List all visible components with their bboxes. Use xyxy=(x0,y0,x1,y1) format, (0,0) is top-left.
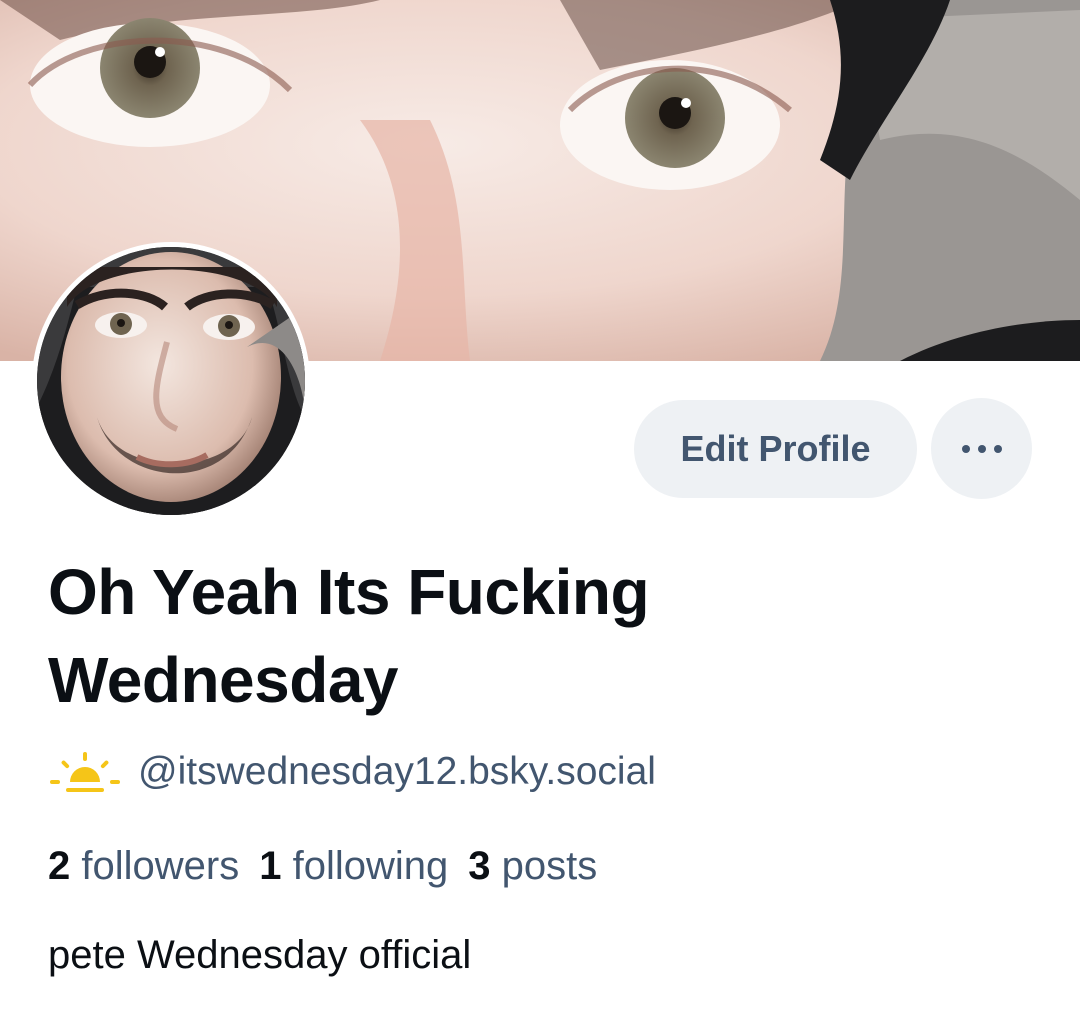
followers-count: 2 xyxy=(48,843,71,888)
profile-stats: 2 followers 1 following 3 posts xyxy=(48,838,617,894)
posts-label: posts xyxy=(501,843,598,888)
more-options-button[interactable] xyxy=(931,398,1032,499)
edit-profile-button[interactable]: Edit Profile xyxy=(634,400,917,498)
handle-row: @itswednesday12.bsky.social xyxy=(50,745,656,799)
display-name: Oh Yeah Its Fucking Wednesday xyxy=(48,556,650,716)
following-stat[interactable]: 1 following xyxy=(259,844,448,889)
following-count: 1 xyxy=(259,843,282,888)
posts-stat: 3 posts xyxy=(468,844,597,889)
following-label: following xyxy=(292,843,449,888)
ellipsis-icon xyxy=(958,444,1006,453)
profile-handle[interactable]: @itswednesday12.bsky.social xyxy=(138,750,656,794)
avatar-image xyxy=(37,247,305,515)
profile-bio: pete Wednesday official xyxy=(48,933,472,977)
avatar[interactable] xyxy=(32,242,310,520)
followers-label: followers xyxy=(81,843,240,888)
followers-stat[interactable]: 2 followers xyxy=(48,844,239,889)
sunrise-icon xyxy=(50,752,120,792)
posts-count: 3 xyxy=(468,843,491,888)
